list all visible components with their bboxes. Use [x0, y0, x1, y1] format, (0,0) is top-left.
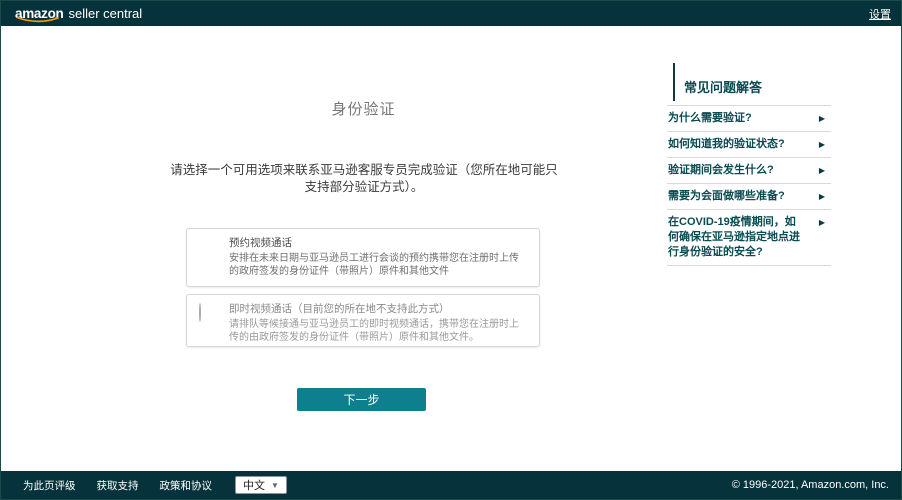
- faq-item-why-verify[interactable]: 为什么需要验证? ▶: [667, 105, 831, 131]
- chevron-right-icon: ▶: [819, 189, 825, 204]
- settings-link[interactable]: 设置: [869, 6, 891, 22]
- seller-central-label: seller central: [68, 6, 142, 21]
- chevron-right-icon: ▶: [819, 137, 825, 152]
- faq-item-meeting-preparation[interactable]: 需要为会面做哪些准备? ▶: [667, 183, 831, 209]
- option-instant-video-call[interactable]: 即时视频通话（目前您的所在地不支持此方式） 请排队等候接通与亚马逊员工的即时视频…: [186, 294, 540, 347]
- amazon-seller-central-logo[interactable]: amazon seller central: [15, 6, 142, 21]
- faq-title: 常见问题解答: [667, 63, 831, 105]
- footer-bar: 为此页评级 获取支持 政策和协议 中文 ▼ © 1996-2021, Amazo…: [1, 471, 901, 499]
- radio-column: [199, 303, 229, 344]
- next-step-button[interactable]: 下一步: [297, 388, 426, 411]
- faq-item-covid-safety[interactable]: 在COVID-19疫情期间，如何确保在亚马逊指定地点进行身份验证的安全? ▶: [667, 209, 831, 266]
- faq-item-label: 在COVID-19疫情期间，如何确保在亚马逊指定地点进行身份验证的安全?: [668, 215, 802, 260]
- option-description: 请排队等候接通与亚马逊员工的即时视频通话，携带您在注册时上传的由政府签发的身份证…: [229, 318, 527, 344]
- faq-item-label: 为什么需要验证?: [668, 111, 802, 126]
- rate-this-page-link[interactable]: 为此页评级: [23, 478, 76, 493]
- amazon-logo-text: amazon: [15, 6, 63, 21]
- page-title: 身份验证: [101, 98, 626, 119]
- language-dropdown[interactable]: 中文 ▼: [235, 476, 287, 494]
- chevron-right-icon: ▶: [819, 111, 825, 126]
- radio-unselected-icon[interactable]: [199, 303, 201, 322]
- faq-panel: 常见问题解答 为什么需要验证? ▶ 如何知道我的验证状态? ▶ 验证期间会发生什…: [667, 63, 831, 266]
- option-description: 安排在未来日期与亚马逊员工进行会谈的预约携带您在注册时上传的政府签发的身份证件（…: [229, 252, 527, 278]
- option-label[interactable]: 预约视频通话: [229, 237, 527, 250]
- faq-item-what-happens[interactable]: 验证期间会发生什么? ▶: [667, 157, 831, 183]
- radio-column: [199, 237, 229, 278]
- faq-item-label: 验证期间会发生什么?: [668, 163, 802, 178]
- amazon-smile-icon: [16, 16, 62, 25]
- option-texts: 即时视频通话（目前您的所在地不支持此方式） 请排队等候接通与亚马逊员工的即时视频…: [229, 303, 527, 344]
- option-scheduled-video-call[interactable]: 预约视频通话 安排在未来日期与亚马逊员工进行会谈的预约携带您在注册时上传的政府签…: [186, 228, 540, 287]
- option-label[interactable]: 即时视频通话（目前您的所在地不支持此方式）: [229, 303, 527, 316]
- copyright-text: © 1996-2021, Amazon.com, Inc.: [732, 479, 889, 491]
- top-nav-bar: amazon seller central 设置: [1, 1, 901, 26]
- faq-item-label: 如何知道我的验证状态?: [668, 137, 802, 152]
- faq-left-divider: [673, 63, 675, 101]
- chevron-right-icon: ▶: [819, 215, 825, 230]
- faq-item-label: 需要为会面做哪些准备?: [668, 189, 802, 204]
- language-selected-value: 中文: [243, 477, 265, 493]
- instruction-text: 请选择一个可用选项来联系亚马逊客服专员完成验证（您所在地可能只支持部分验证方式）…: [169, 162, 559, 196]
- option-texts: 预约视频通话 安排在未来日期与亚马逊员工进行会谈的预约携带您在注册时上传的政府签…: [229, 237, 527, 278]
- get-support-link[interactable]: 获取支持: [97, 478, 139, 493]
- chevron-right-icon: ▶: [819, 163, 825, 178]
- policies-agreements-link[interactable]: 政策和协议: [160, 478, 213, 493]
- chevron-down-icon: ▼: [271, 481, 279, 490]
- page: amazon seller central 设置 身份验证 请选择一个可用选项来…: [0, 0, 902, 500]
- faq-item-verification-status[interactable]: 如何知道我的验证状态? ▶: [667, 131, 831, 157]
